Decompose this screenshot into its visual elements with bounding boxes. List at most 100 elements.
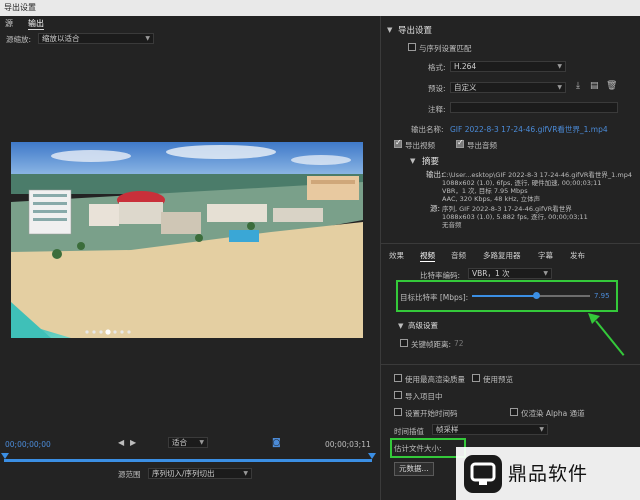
format-label: 格式: [428,63,446,72]
source-scaling-value: 缩放以适合 [42,34,80,43]
chevron-down-icon[interactable]: ▼ [410,157,415,165]
brand-logo-icon [464,455,502,493]
tab-effects[interactable]: 效果 [389,250,404,261]
comment-label: 注释: [428,105,446,114]
render-alpha-label: 仅渲染 Alpha 通道 [521,409,585,418]
target-bitrate-value[interactable]: 7.95 [594,292,610,300]
tab-video[interactable]: 视频 [420,250,435,262]
bitrate-encoding-value: VBR，1 次 [472,269,510,278]
out-point-handle[interactable] [368,453,376,459]
aerial-beach-image [11,142,363,338]
source-range-value: 序列切入/序列切出 [152,469,215,478]
import-into-project-label: 导入项目中 [405,392,443,401]
output-name-link[interactable]: GIF 2022-8-3 17-24-46.gifVR看世界_1.mp4 [450,124,608,135]
pager-dots[interactable] [83,328,143,336]
tab-multiplexer[interactable]: 多路复用器 [483,250,521,261]
estimated-file-size-label: 估计文件大小: [394,444,442,453]
fit-value: 适合 [172,438,187,447]
preset-select[interactable]: 自定义 ▼ [450,82,566,93]
tab-captions[interactable]: 字幕 [538,250,553,261]
format-select[interactable]: H.264 ▼ [450,61,566,72]
annotation-arrow-head [588,313,600,324]
source-range-label: 源范围 [118,470,141,479]
chevron-down-icon: ▼ [145,35,150,42]
keyframe-distance-checkbox[interactable] [400,339,408,347]
format-value: H.264 [454,62,477,71]
tab-audio[interactable]: 音频 [451,250,466,261]
summary-source-line: 1088x603 (1.0), 5.882 fps, 逐行, 00;00;03;… [442,213,588,221]
summary-output-line: AAC, 320 Kbps, 48 kHz, 立体声 [442,195,541,203]
metadata-button[interactable]: 元数据... [394,462,434,476]
fit-select[interactable]: 适合 ▼ [168,437,208,448]
chevron-down-icon: ▼ [543,270,548,277]
render-alpha-checkbox[interactable] [510,408,518,416]
chevron-down-icon[interactable]: ▼ [398,322,403,330]
tab-output[interactable]: 输出 [28,18,44,30]
preset-label: 预设: [428,84,446,93]
watermark-text: 鼎品软件 [508,463,589,485]
match-sequence-checkbox[interactable] [408,43,416,51]
use-previews-label: 使用预览 [483,375,513,384]
chevron-down-icon: ▼ [557,84,562,91]
panel-divider [381,243,640,244]
video-pager [83,328,143,336]
export-frame-icon[interactable]: ◙ [272,438,281,448]
keyframe-distance-label: 关键帧距离: [411,340,452,349]
summary-title: 摘要 [422,157,440,167]
source-output-tabs: 源 输出 [0,16,380,30]
max-render-quality-checkbox[interactable] [394,374,402,382]
comment-input[interactable] [450,102,618,113]
start-timecode-label: 设置开始时间码 [405,409,458,418]
timecode-end: 00;00;03;11 [325,440,371,449]
export-video-checkbox[interactable] [394,138,402,148]
preset-value: 自定义 [454,83,477,92]
tab-publish[interactable]: 发布 [570,250,585,261]
source-scaling-label: 源缩放: [6,35,32,44]
save-preset-icon[interactable]: ⤓ [576,81,580,91]
advanced-settings-title: 高级设置 [408,321,438,330]
watermark: 鼎品软件 [456,447,640,500]
bitrate-encoding-select[interactable]: VBR，1 次 ▼ [468,268,552,279]
export-audio-checkbox[interactable] [456,138,464,148]
start-timecode-checkbox[interactable] [394,408,402,416]
panel-divider [381,364,640,365]
chevron-down-icon[interactable]: ▼ [387,26,392,34]
summary-source-label: 源: [430,204,441,213]
timecode-start[interactable]: 00;00;00;00 [5,440,51,449]
source-scaling-row: 源缩放: 缩放以适合 ▼ [0,32,380,46]
chevron-down-icon: ▼ [539,426,544,433]
source-range-select[interactable]: 序列切入/序列切出 ▼ [148,468,252,479]
export-video-label: 导出视频 [405,141,435,150]
match-sequence-label: 与序列设置匹配 [419,44,472,53]
export-settings-title: 导出设置 [398,26,433,36]
max-render-quality-label: 使用最高渲染质量 [405,375,465,384]
import-preset-icon[interactable]: ▤ [590,81,599,91]
chevron-down-icon: ▼ [557,63,562,70]
summary-output-label: 输出: [426,170,444,179]
time-interpolation-label: 时间插值 [394,427,424,436]
mark-out-icon[interactable]: ▶ [130,438,136,447]
chevron-down-icon: ▼ [199,439,204,446]
mark-in-icon[interactable]: ◀ [118,438,124,447]
timeline-bar[interactable] [1,453,376,463]
export-audio-label: 导出音频 [467,141,497,150]
target-bitrate-slider[interactable] [472,292,590,300]
keyframe-distance-value[interactable]: 72 [454,339,464,348]
target-bitrate-label: 目标比特率 [Mbps]: [400,293,469,302]
tab-source[interactable]: 源 [5,18,13,29]
time-interpolation-value: 帧采样 [436,425,459,434]
window-title: 导出设置 [0,0,640,16]
playhead[interactable] [1,453,9,459]
time-interpolation-select[interactable]: 帧采样 ▼ [432,424,548,435]
chevron-down-icon: ▼ [243,470,248,477]
source-scaling-select[interactable]: 缩放以适合 ▼ [38,33,154,44]
delete-preset-icon[interactable]: 🗑 [606,81,617,91]
slider-knob[interactable] [533,292,541,299]
slider-fill [472,295,537,297]
summary-source-line: 无音频 [442,221,462,229]
timeline-range [4,459,372,462]
import-into-project-checkbox[interactable] [394,391,402,399]
video-preview [11,142,363,338]
output-name-label: 输出名称: [411,125,444,134]
use-previews-checkbox[interactable] [472,374,480,382]
